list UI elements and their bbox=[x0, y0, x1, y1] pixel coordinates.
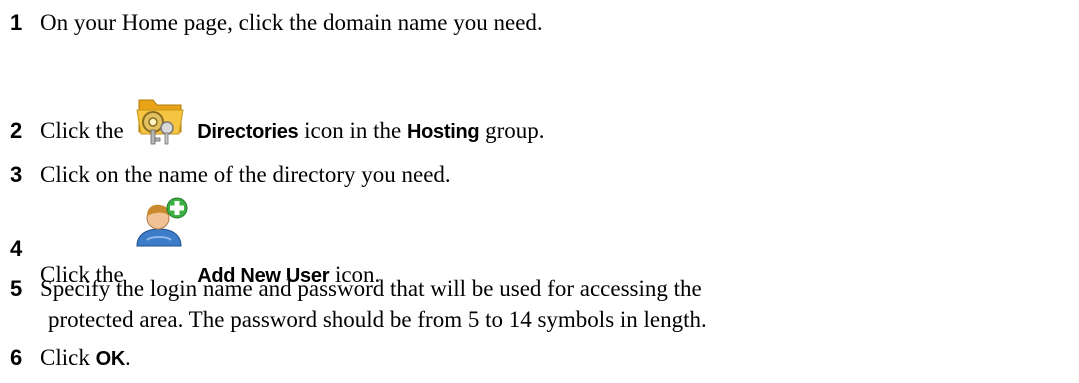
step-text: Click OK. bbox=[40, 345, 131, 372]
step-number: 2 bbox=[10, 118, 23, 143]
step-text-after: . bbox=[125, 345, 131, 370]
step-number: 6 bbox=[10, 345, 23, 370]
step-text-before: Click bbox=[40, 345, 90, 370]
step-text-line-2: protected area. The password should be f… bbox=[48, 307, 707, 332]
directories-icon bbox=[133, 92, 189, 145]
step-text-middle: icon in the bbox=[304, 118, 402, 143]
directories-label: Directories bbox=[197, 121, 299, 143]
step-text-after: group. bbox=[485, 118, 545, 143]
step-number: 3 bbox=[10, 162, 23, 187]
step-number: 1 bbox=[10, 10, 23, 35]
step-text-line-1: Specify the login name and password that… bbox=[40, 276, 702, 301]
step-number: 4 bbox=[10, 236, 23, 261]
step-text-before: Click the bbox=[40, 118, 124, 143]
instruction-steps: 1 On your Home page, click the domain na… bbox=[0, 0, 1079, 383]
step-number: 5 bbox=[10, 276, 23, 301]
step-text: Click on the name of the directory you n… bbox=[40, 162, 451, 187]
ok-label: OK bbox=[95, 348, 126, 370]
step-text: On your Home page, click the domain name… bbox=[40, 10, 543, 35]
hosting-group-label: Hosting bbox=[406, 121, 480, 143]
step-text: Click the Directories icon in the Hostin… bbox=[40, 99, 545, 145]
